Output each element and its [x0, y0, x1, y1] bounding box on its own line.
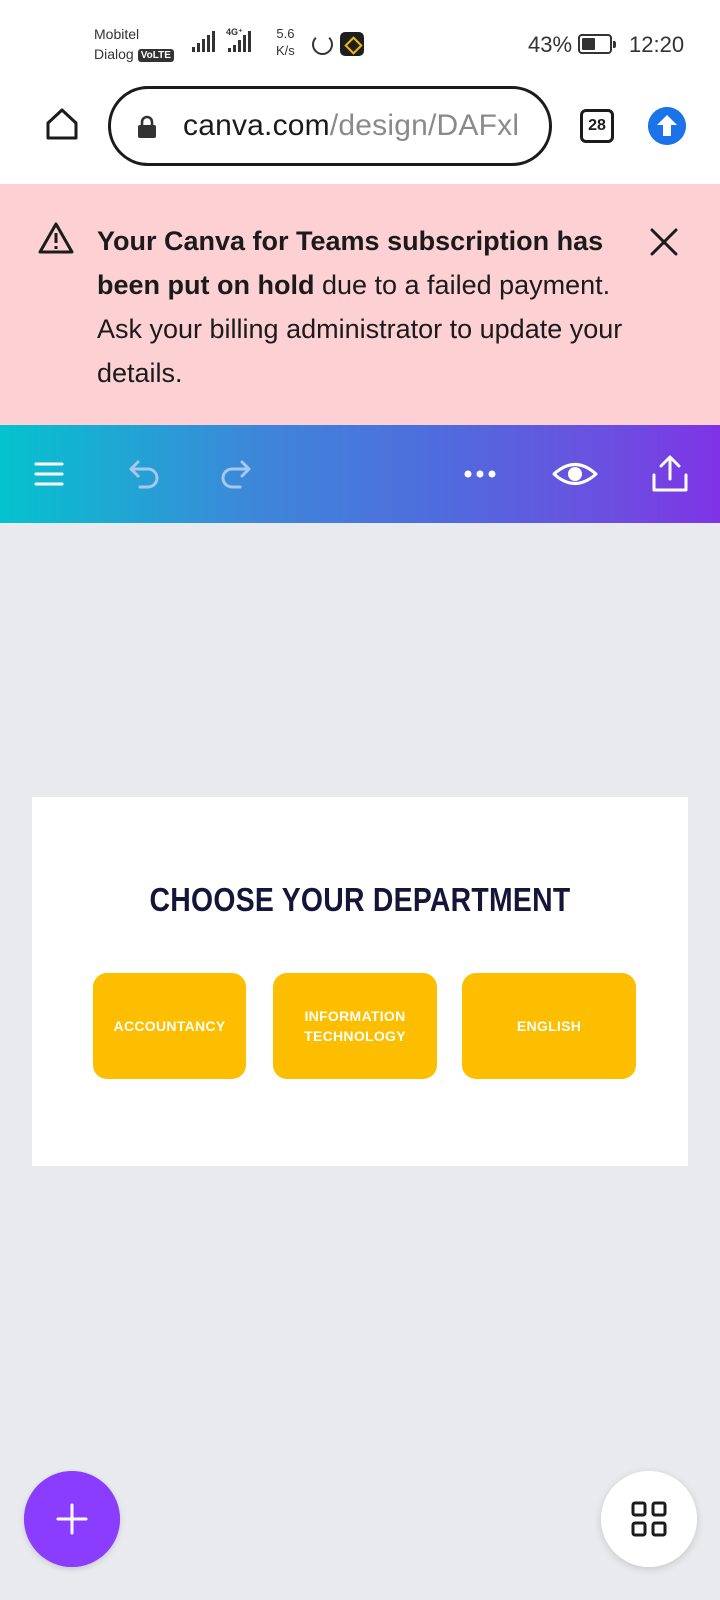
network-speed: 5.6 K/s: [276, 25, 295, 59]
department-label: ACCOUNTANCY: [113, 1018, 226, 1034]
home-icon[interactable]: [44, 106, 80, 142]
browser-toolbar: canva.com/design/DAFxl 28: [0, 84, 720, 184]
upload-icon[interactable]: [648, 107, 686, 145]
tab-switcher-button[interactable]: 28: [580, 109, 614, 143]
share-icon[interactable]: [645, 449, 695, 499]
sync-icon: [312, 34, 333, 55]
volte-badge: VoLTE: [137, 49, 174, 62]
url-path: /design/DAFxl: [329, 109, 520, 142]
department-label-line2: TECHNOLOGY: [304, 1028, 406, 1044]
carrier-name-1: Mobitel: [94, 26, 140, 42]
speed-unit: K/s: [276, 43, 295, 58]
more-icon[interactable]: [455, 449, 505, 499]
department-button-information-technology[interactable]: INFORMATION TECHNOLOGY: [273, 973, 437, 1079]
clock: 12:20: [629, 32, 685, 57]
department-label: INFORMATION: [304, 1008, 406, 1024]
department-button-accountancy[interactable]: ACCOUNTANCY: [93, 973, 246, 1079]
design-page[interactable]: CHOOSE YOUR DEPARTMENT ACCOUNTANCY INFOR…: [32, 797, 688, 1166]
alert-message: Your Canva for Teams subscription has be…: [97, 219, 637, 395]
add-element-button[interactable]: [24, 1471, 120, 1567]
department-label: ENGLISH: [516, 1018, 582, 1034]
department-button-english[interactable]: ENGLISH: [462, 973, 636, 1079]
status-bar: Mobitel Dialog VoLTE 4G⁺ 5.6 K/s 43% 12:2…: [0, 0, 720, 84]
signal-icon: [192, 30, 215, 52]
close-icon[interactable]: [648, 226, 680, 258]
binance-icon: [340, 32, 364, 56]
menu-icon[interactable]: [24, 449, 74, 499]
signal-icon-2: [228, 30, 251, 52]
page-title[interactable]: CHOOSE YOUR DEPARTMENT: [78, 881, 642, 919]
url-domain: canva.com: [183, 109, 330, 142]
lock-icon: [138, 115, 156, 138]
warning-icon: [38, 222, 74, 254]
undo-icon[interactable]: [118, 449, 168, 499]
redo-icon[interactable]: [212, 449, 262, 499]
preview-icon[interactable]: [550, 449, 600, 499]
speed-value: 5.6: [276, 26, 295, 41]
url-text: canva.com/design/DAFxl: [183, 109, 519, 143]
battery-icon: [578, 34, 616, 54]
url-bar[interactable]: canva.com/design/DAFxl: [108, 86, 552, 166]
battery-percent: 43%: [528, 32, 573, 57]
carrier-info: Mobitel Dialog VoLTE: [94, 24, 174, 64]
carrier-name-2: Dialog: [94, 46, 134, 62]
editor-toolbar: [0, 425, 720, 523]
pages-grid-button[interactable]: [601, 1471, 697, 1567]
